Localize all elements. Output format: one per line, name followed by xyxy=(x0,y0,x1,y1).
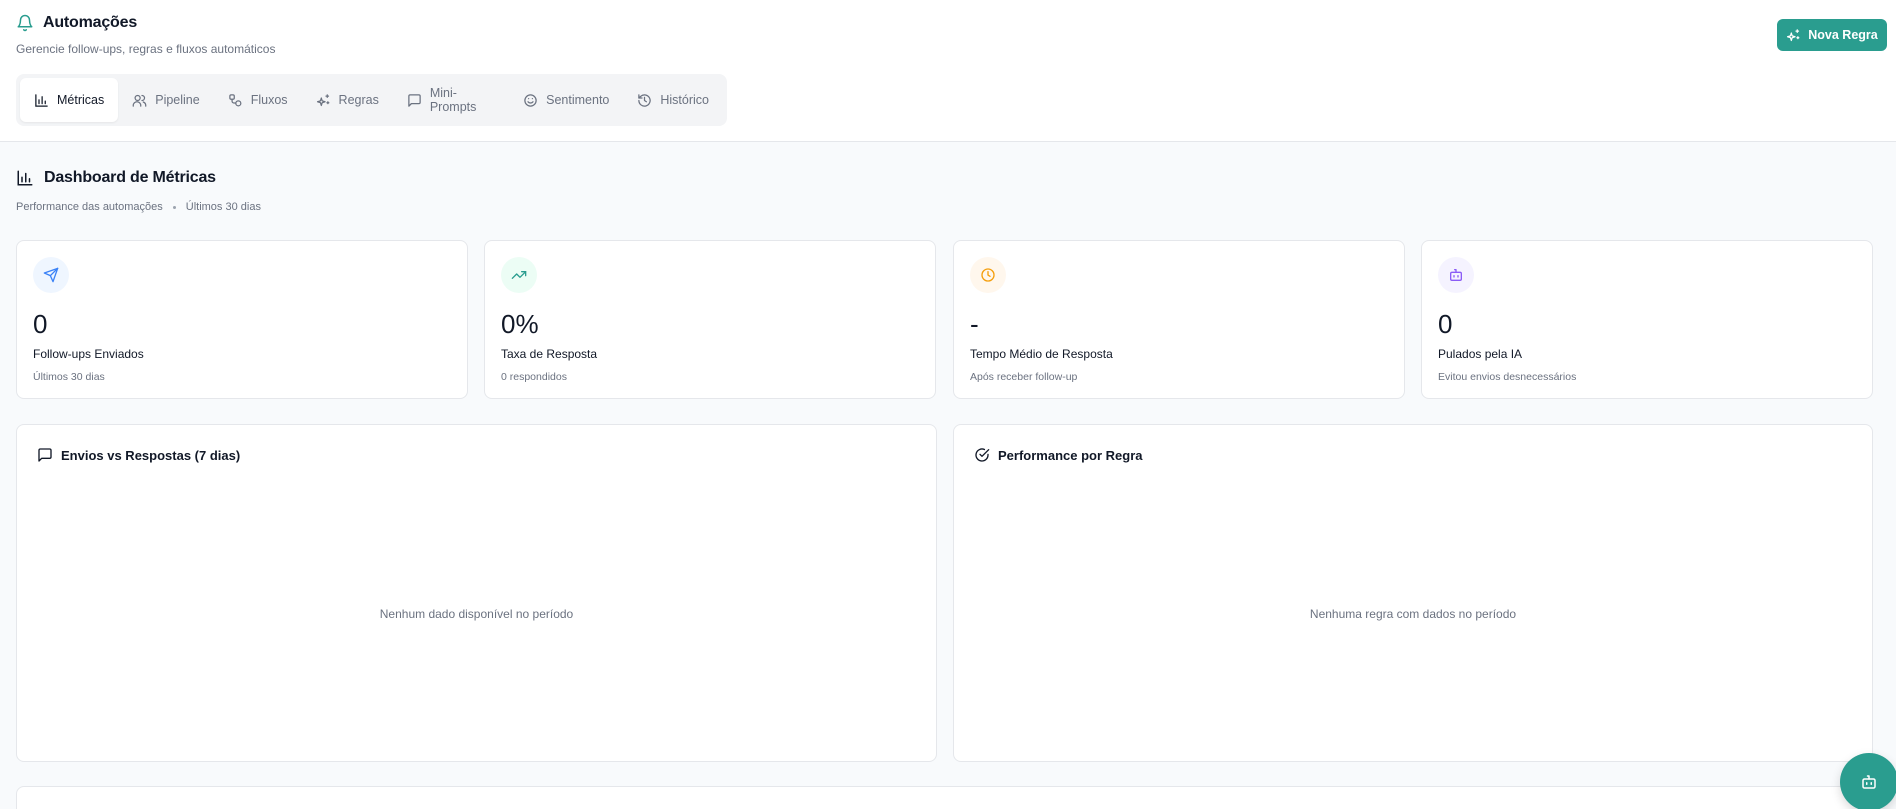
metric-sub: Últimos 30 dias xyxy=(33,371,105,383)
tab-label: Histórico xyxy=(660,93,709,107)
bottom-panel xyxy=(16,786,1872,809)
ai-assistant-button[interactable] xyxy=(1840,753,1896,809)
tab-mini-prompts[interactable]: Mini-Prompts xyxy=(393,78,509,122)
panel-title: Performance por Regra xyxy=(998,447,1143,463)
tab-bar: Métricas Pipeline Fluxos Regras Mini-Pro… xyxy=(16,74,727,126)
tab-label: Mini-Prompts xyxy=(429,86,477,114)
metric-value: 0 xyxy=(1438,309,1453,339)
tab-label: Regras xyxy=(338,93,379,107)
new-rule-label: Nova Regra xyxy=(1808,28,1878,42)
tab-label: Sentimento xyxy=(546,93,610,107)
metric-sub: 0 respondidos xyxy=(501,371,567,383)
metric-value: 0 xyxy=(33,309,48,339)
metric-card-followups: 0 Follow-ups Enviados Últimos 30 dias xyxy=(16,240,468,399)
tab-historico[interactable]: Histórico xyxy=(623,78,723,122)
tab-pipeline[interactable]: Pipeline xyxy=(118,78,213,122)
bell-icon xyxy=(16,14,34,32)
metric-card-avg-response-time: - Tempo Médio de Resposta Após receber f… xyxy=(953,240,1405,399)
bot-icon xyxy=(1860,773,1878,791)
metric-value: - xyxy=(970,309,979,339)
dashboard-period: Últimos 30 dias xyxy=(185,201,261,213)
metric-label: Pulados pela IA xyxy=(1438,347,1523,361)
metric-card-response-rate: 0% Taxa de Resposta 0 respondidos xyxy=(484,240,936,399)
metric-value: 0% xyxy=(501,309,539,339)
tab-label: Pipeline xyxy=(155,93,200,107)
history-icon xyxy=(637,93,652,108)
dashboard-subtitle: Performance das automações Últimos 30 di… xyxy=(16,201,261,213)
page-subtitle: Gerencie follow-ups, regras e fluxos aut… xyxy=(16,42,276,56)
users-icon xyxy=(132,93,147,108)
page-title: Automações xyxy=(43,14,138,31)
panel-performance-by-rule: Performance por Regra Nenhuma regra com … xyxy=(953,424,1873,762)
smile-icon xyxy=(523,93,538,108)
tab-label: Fluxos xyxy=(250,93,288,107)
metric-label: Taxa de Resposta xyxy=(501,347,598,361)
trending-up-icon xyxy=(501,257,537,293)
send-icon xyxy=(33,257,69,293)
dashboard-description: Performance das automações xyxy=(16,201,163,213)
metric-sub: Evitou envios desnecessários xyxy=(1438,371,1577,383)
check-circle-icon xyxy=(974,447,990,463)
clock-icon xyxy=(970,257,1006,293)
tab-metricas[interactable]: Métricas xyxy=(20,78,119,122)
panel-title: Envios vs Respostas (7 dias) xyxy=(61,447,241,463)
message-square-icon xyxy=(407,93,422,108)
metric-card-ai-skipped: 0 Pulados pela IA Evitou envios desneces… xyxy=(1421,240,1873,399)
tab-regras[interactable]: Regras xyxy=(302,78,393,122)
workflow-icon xyxy=(228,93,243,108)
metric-label: Follow-ups Enviados xyxy=(33,347,144,361)
separator-dot xyxy=(172,205,176,209)
tab-sentimento[interactable]: Sentimento xyxy=(509,78,623,122)
new-rule-button[interactable]: Nova Regra xyxy=(1777,19,1887,51)
tab-label: Métricas xyxy=(57,93,105,107)
page-header: Automações Gerencie follow-ups, regras e… xyxy=(0,0,1896,142)
sparkles-icon xyxy=(1786,28,1801,43)
metric-sub: Após receber follow-up xyxy=(970,371,1078,383)
title-row: Automações xyxy=(16,14,137,32)
empty-state: Nenhuma regra com dados no período xyxy=(1309,607,1517,621)
bot-icon xyxy=(1438,257,1474,293)
message-square-icon xyxy=(37,447,53,463)
bar-chart-icon xyxy=(16,169,34,187)
bar-chart-icon xyxy=(34,93,49,108)
panel-header: Performance por Regra xyxy=(974,447,1143,463)
metric-label: Tempo Médio de Resposta xyxy=(970,347,1113,361)
panel-sends-vs-responses: Envios vs Respostas (7 dias) Nenhum dado… xyxy=(16,424,937,762)
dashboard-title: Dashboard de Métricas xyxy=(44,169,216,186)
tab-fluxos[interactable]: Fluxos xyxy=(214,78,302,122)
panel-header: Envios vs Respostas (7 dias) xyxy=(37,447,240,463)
dashboard-title-row: Dashboard de Métricas xyxy=(16,169,216,187)
sparkles-icon xyxy=(316,93,331,108)
empty-state: Nenhum dado disponível no período xyxy=(379,607,574,621)
